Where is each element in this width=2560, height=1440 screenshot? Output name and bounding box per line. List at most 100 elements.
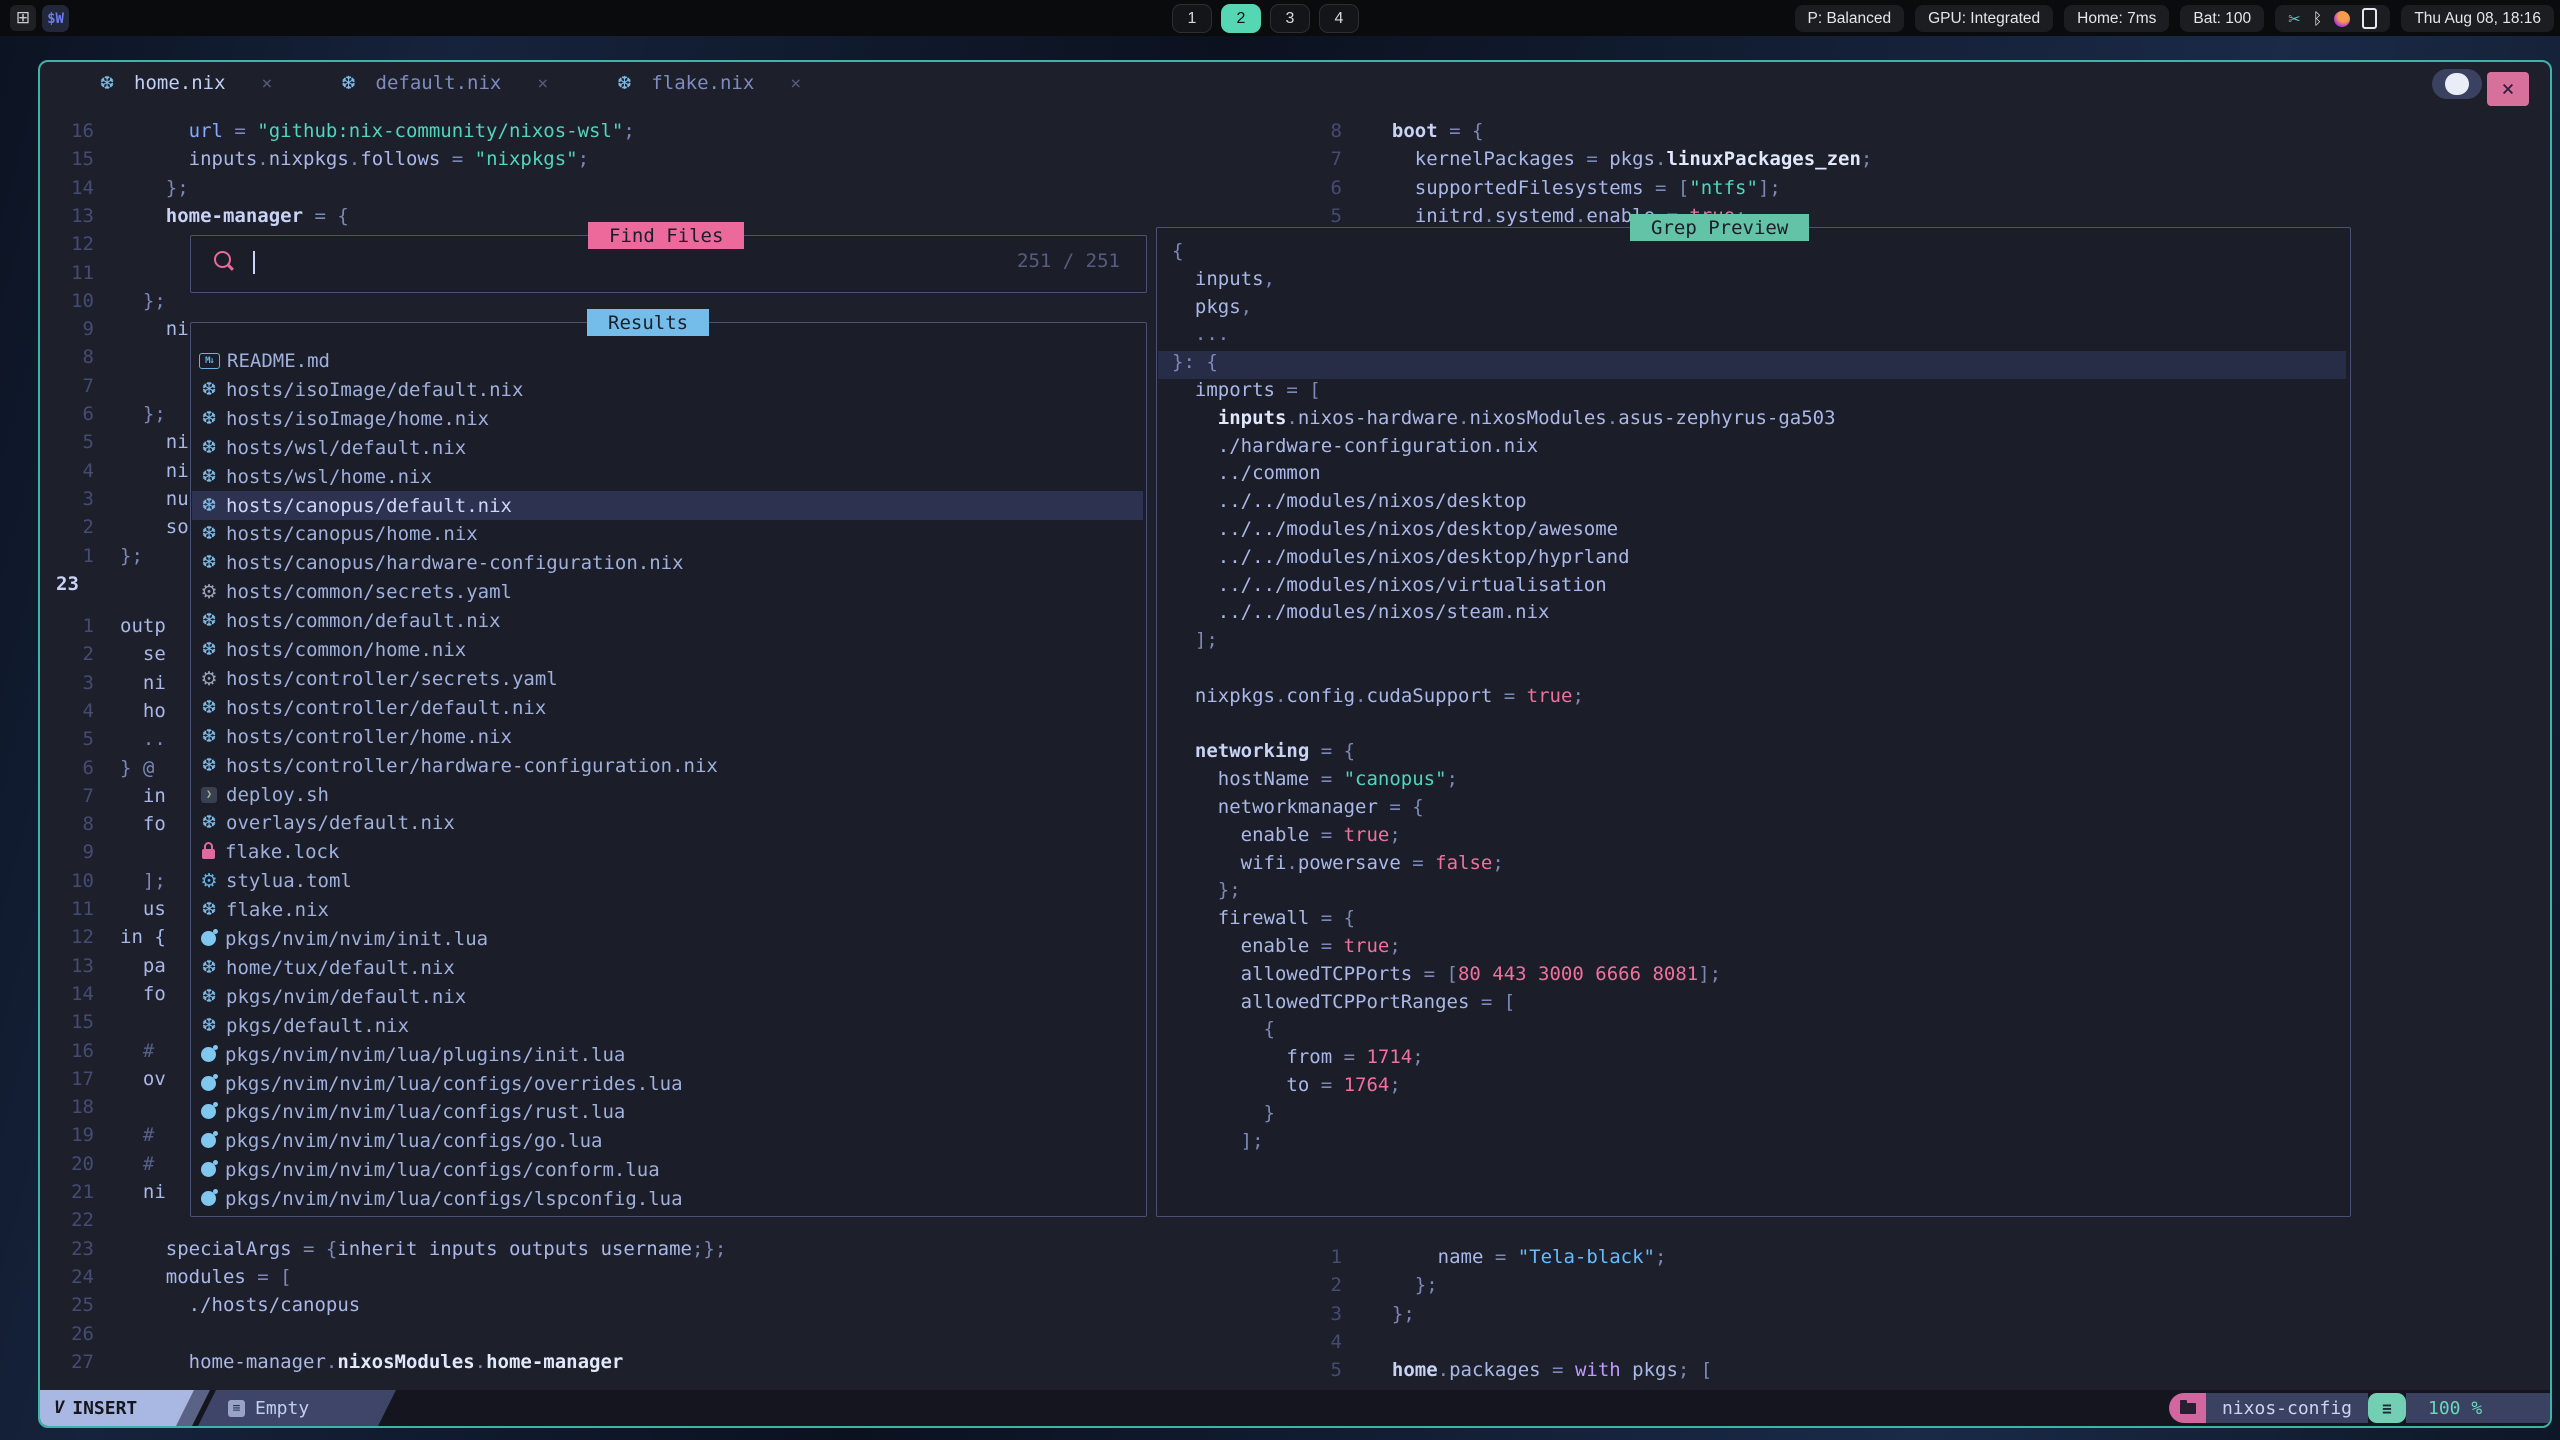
code-line: 3}; xyxy=(1292,1303,1415,1325)
line-number: 16 xyxy=(44,1040,94,1062)
preview-line: imports = [ xyxy=(1158,379,2346,407)
workspace-button-3[interactable]: 3 xyxy=(1270,4,1310,33)
close-tab-icon[interactable]: × xyxy=(537,73,548,94)
workspace-button-4[interactable]: 4 xyxy=(1319,4,1359,33)
line-number: 4 xyxy=(44,700,94,722)
search-icon xyxy=(214,251,231,268)
code-line: 17ov xyxy=(44,1068,166,1090)
code-text: name = "Tela-black"; xyxy=(1369,1246,1666,1268)
file-result[interactable]: hosts/common/secrets.yaml xyxy=(192,577,1143,606)
file-result[interactable]: flake.nix xyxy=(192,895,1143,924)
file-result[interactable]: README.md xyxy=(192,346,1143,375)
file-result[interactable]: home/tux/default.nix xyxy=(192,953,1143,982)
lock-file-icon xyxy=(202,849,215,859)
code-text: }; xyxy=(1172,879,1241,901)
status-bar: ⊞ $W 1234 P: BalancedGPU: IntegratedHome… xyxy=(0,0,2560,36)
preview-line: firewall = { xyxy=(1158,907,2346,935)
clock[interactable]: Thu Aug 08, 18:16 xyxy=(2401,5,2554,32)
code-text: allowedTCPPortRanges = [ xyxy=(1172,991,1515,1013)
file-result[interactable]: pkgs/nvim/nvim/lua/configs/go.lua xyxy=(192,1126,1143,1155)
code-text: } xyxy=(1172,1102,1275,1124)
file-result[interactable]: hosts/controller/hardware-configuration.… xyxy=(192,751,1143,780)
tab-home.nix[interactable]: home.nix × xyxy=(90,62,272,104)
file-result[interactable]: hosts/wsl/default.nix xyxy=(192,433,1143,462)
code-text: }; xyxy=(120,290,166,312)
code-text: ../common xyxy=(1172,462,1321,484)
line-number: 3 xyxy=(1292,1303,1342,1325)
nix-file-icon xyxy=(192,726,226,747)
code-text: firewall = { xyxy=(1172,907,1355,929)
file-result[interactable]: deploy.sh xyxy=(192,780,1143,809)
file-result[interactable]: stylua.toml xyxy=(192,866,1143,895)
file-result[interactable]: pkgs/nvim/nvim/init.lua xyxy=(192,924,1143,953)
file-result[interactable]: hosts/common/home.nix xyxy=(192,635,1143,664)
code-line: 5.. xyxy=(44,728,166,750)
wm-logo[interactable]: $W xyxy=(42,5,69,32)
folder-icon xyxy=(2180,1403,2196,1414)
file-result-label: overlays/default.nix xyxy=(226,812,455,834)
file-result-label: pkgs/nvim/nvim/lua/configs/lspconfig.lua xyxy=(225,1188,683,1210)
terminal-window: home.nix×default.nix×flake.nix× × 16url … xyxy=(38,60,2552,1428)
code-text: ni xyxy=(120,672,166,694)
preview-line: allowedTCPPortRanges = [ xyxy=(1158,991,2346,1019)
code-line: 21ni xyxy=(44,1181,166,1203)
file-result[interactable]: flake.lock xyxy=(192,837,1143,866)
line-number: 5 xyxy=(44,431,94,453)
file-result[interactable]: hosts/canopus/default.nix xyxy=(192,491,1143,520)
tab-flake.nix[interactable]: flake.nix× xyxy=(607,62,801,104)
file-result[interactable]: pkgs/nvim/nvim/lua/configs/conform.lua xyxy=(192,1155,1143,1184)
tab-label: home.nix xyxy=(134,72,226,94)
window-close-button[interactable]: × xyxy=(2487,72,2529,106)
preview-content: {inputs,pkgs,...}: {imports = [inputs.ni… xyxy=(1158,240,2347,1212)
code-line: 12 xyxy=(44,233,120,255)
line-number: 9 xyxy=(44,841,94,863)
file-result-label: hosts/isoImage/default.nix xyxy=(226,379,523,401)
close-tab-icon[interactable]: × xyxy=(262,73,273,94)
code-text: inputs, xyxy=(1172,268,1275,290)
preview-line: ... xyxy=(1158,323,2346,351)
lua-file-icon xyxy=(201,1104,216,1119)
file-result[interactable]: pkgs/nvim/default.nix xyxy=(192,982,1143,1011)
window-toggle[interactable] xyxy=(2432,69,2482,99)
file-result[interactable]: pkgs/nvim/nvim/lua/plugins/init.lua xyxy=(192,1040,1143,1069)
file-result[interactable]: hosts/controller/secrets.yaml xyxy=(192,664,1143,693)
file-result[interactable]: hosts/controller/default.nix xyxy=(192,693,1143,722)
preview-line: }; xyxy=(1158,879,2346,907)
nix-icon xyxy=(607,73,641,94)
code-line: 7kernelPackages = pkgs.linuxPackages_zen… xyxy=(1292,148,1872,170)
lua-file-icon xyxy=(201,1047,216,1062)
file-result[interactable]: pkgs/default.nix xyxy=(192,1011,1143,1040)
file-result-label: hosts/controller/default.nix xyxy=(226,697,546,719)
lua-file-icon xyxy=(201,931,216,946)
file-result-label: hosts/wsl/default.nix xyxy=(226,437,466,459)
nix-icon xyxy=(332,73,366,94)
code-line: 15inputs.nixpkgs.follows = "nixpkgs"; xyxy=(44,148,589,170)
code-line: 10}; xyxy=(44,290,166,312)
code-text: inputs.nixpkgs.follows = "nixpkgs"; xyxy=(120,148,589,170)
file-result[interactable]: pkgs/nvim/nvim/lua/configs/rust.lua xyxy=(192,1097,1143,1126)
code-line: 5home.packages = with pkgs; [ xyxy=(1292,1359,1712,1381)
file-result[interactable]: hosts/canopus/hardware-configuration.nix xyxy=(192,548,1143,577)
file-result[interactable]: hosts/wsl/home.nix xyxy=(192,462,1143,491)
file-result[interactable]: hosts/controller/home.nix xyxy=(192,722,1143,751)
workspace-button-1[interactable]: 1 xyxy=(1172,4,1212,33)
file-result[interactable]: hosts/isoImage/home.nix xyxy=(192,404,1143,433)
file-result[interactable]: pkgs/nvim/nvim/lua/configs/lspconfig.lua xyxy=(192,1184,1143,1212)
file-result-label: README.md xyxy=(227,350,330,372)
file-result[interactable]: hosts/canopus/home.nix xyxy=(192,519,1143,548)
file-result[interactable]: pkgs/nvim/nvim/lua/configs/overrides.lua xyxy=(192,1069,1143,1098)
code-line: 11 xyxy=(44,262,120,284)
code-line: 1}; xyxy=(44,545,143,567)
file-result[interactable]: overlays/default.nix xyxy=(192,808,1143,837)
gear-file-icon xyxy=(192,581,226,603)
line-number: 6 xyxy=(44,403,94,425)
code-text: inputs.nixos-hardware.nixosModules.asus-… xyxy=(1172,407,1836,429)
code-text: modules = [ xyxy=(120,1266,292,1288)
close-tab-icon[interactable]: × xyxy=(790,73,801,94)
workspace-button-2[interactable]: 2 xyxy=(1221,4,1261,33)
app-launcher-icon[interactable]: ⊞ xyxy=(10,5,36,31)
file-result[interactable]: hosts/isoImage/default.nix xyxy=(192,375,1143,404)
file-result[interactable]: hosts/common/default.nix xyxy=(192,606,1143,635)
tab-default.nix[interactable]: default.nix× xyxy=(332,62,549,104)
file-result-label: deploy.sh xyxy=(226,784,329,806)
